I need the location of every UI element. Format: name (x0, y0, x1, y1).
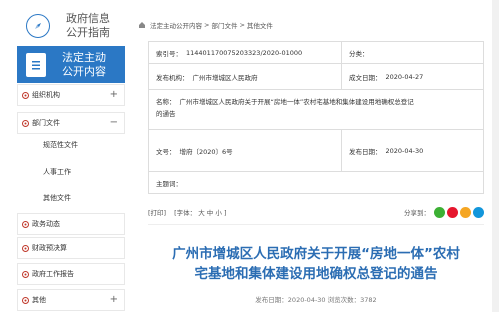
breadcrumb: 法定主动公开内容 > 部门文件 > 其他文件 (138, 18, 273, 32)
document-number: 增府〔2020〕6号 (179, 147, 233, 156)
wechat-share-icon[interactable] (434, 207, 445, 218)
collapse-icon[interactable]: − (110, 118, 118, 128)
sidebar-item-budget[interactable]: 财政预决算 (17, 237, 125, 259)
sidebar-subitem-other-files[interactable]: 其他文件 (43, 193, 71, 203)
main-content: 法定主动公开内容 > 部门文件 > 其他文件 索引号： 1144011700752… (132, 0, 492, 312)
document-info-table: 索引号： 114401170075203323/2020-01000 分类： 发布… (148, 41, 484, 194)
info-row: 名称： 广州市增城区人民政府关于开展“房地一体”农村宅基地和集体建设用地确权总登… (148, 90, 484, 130)
article-meta: 发布日期：2020-04-30 浏览次数：3782 (255, 296, 377, 304)
document-name: 广州市增城区人民政府关于开展“房地一体”农村宅基地和集体建设用地确权总登记 (179, 98, 414, 106)
bullet-icon (22, 119, 29, 127)
sidebar-item-org[interactable]: 组织机构 + (17, 84, 125, 106)
expand-icon[interactable]: + (110, 90, 118, 100)
breadcrumb-item[interactable]: 法定主动公开内容 (150, 20, 202, 30)
info-row: 文号： 增府〔2020〕6号 发布日期： 2020-04-30 (148, 130, 484, 172)
article-title: 广州市增城区人民政府关于开展“房地一体”农村 宅基地和集体建设用地确权总登记的通… (172, 246, 460, 282)
bullet-icon (22, 220, 29, 228)
sidebar-subitem-personnel[interactable]: 人事工作 (43, 167, 71, 177)
publish-date: 2020-04-30 (385, 146, 424, 155)
written-date: 2020-04-27 (385, 72, 424, 81)
home-icon (139, 22, 145, 28)
active-disclosure-nav-button[interactable]: 法定主动 公开内容 (17, 46, 125, 83)
qzone-share-icon[interactable] (460, 207, 471, 218)
font-small-button[interactable]: 小 (215, 209, 222, 217)
sidebar: 政府信息 公开指南 法定主动 公开内容 组织机构 + 部门文件 − 规范性文件 … (0, 0, 126, 312)
breadcrumb-item[interactable]: 其他文件 (247, 20, 273, 30)
sidebar-subitem-normative[interactable]: 规范性文件 (43, 140, 78, 150)
scrollbar[interactable] (492, 0, 499, 312)
bullet-icon (22, 296, 29, 304)
qq-share-icon[interactable] (473, 207, 484, 218)
font-large-button[interactable]: 大 (198, 209, 205, 217)
sidebar-item-other[interactable]: 其他 + (17, 289, 125, 311)
expand-icon[interactable]: + (110, 295, 118, 305)
info-row: 发布机构： 广州市增城区人民政府 成文日期： 2020-04-27 (148, 64, 484, 90)
breadcrumb-item[interactable]: 部门文件 (211, 20, 237, 30)
font-size-control: [字体： 大 中 小 ] (174, 209, 227, 217)
bullet-icon (22, 270, 29, 278)
active-disclosure-label: 法定主动 公开内容 (62, 50, 106, 78)
weibo-share-icon[interactable] (447, 207, 458, 218)
font-medium-button[interactable]: 中 (207, 209, 214, 217)
info-row: 索引号： 114401170075203323/2020-01000 分类： (148, 42, 484, 64)
document-list-icon (26, 52, 46, 77)
bullet-icon (22, 244, 29, 252)
guide-nav-label: 政府信息 公开指南 (66, 11, 110, 39)
print-button[interactable]: [打印] (148, 207, 166, 217)
article-toolbar: [打印] [字体： 大 中 小 ] 分享到： (148, 204, 484, 220)
sidebar-item-news[interactable]: 政务动态 (17, 213, 125, 235)
divider (148, 224, 484, 225)
guide-nav-button[interactable]: 政府信息 公开指南 (17, 7, 125, 44)
index-number: 114401170075203323/2020-01000 (186, 48, 303, 57)
info-row: 主题词： (148, 172, 484, 194)
share-label: 分享到： (404, 209, 430, 217)
compass-icon (26, 13, 50, 38)
sidebar-item-dept-files[interactable]: 部门文件 − (17, 112, 125, 134)
bullet-icon (22, 91, 29, 99)
issuer: 广州市增城区人民政府 (192, 73, 258, 82)
sidebar-item-gov-report[interactable]: 政府工作报告 (17, 263, 125, 285)
